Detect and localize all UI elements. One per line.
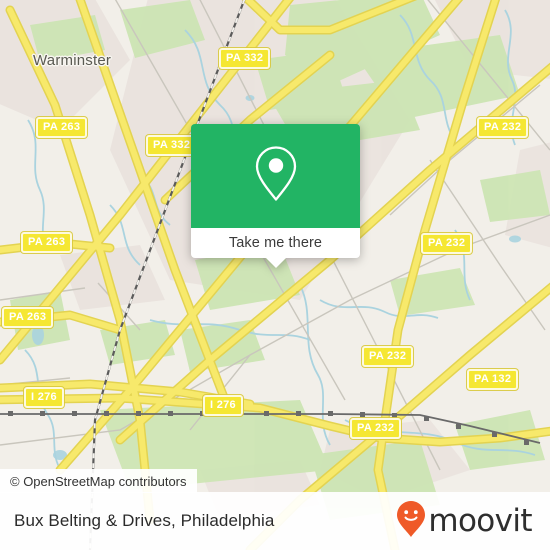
map-screenshot-root: Warminster PA 332 PA 263 PA 232 PA 332 P… (0, 0, 550, 550)
place-title: Bux Belting & Drives, Philadelphia (14, 511, 275, 530)
location-popup[interactable]: Take me there (191, 124, 360, 268)
road-shield-pa-132[interactable]: PA 132 (467, 369, 519, 390)
popup-image-area (191, 124, 360, 228)
map-vector-layer (0, 0, 550, 550)
road-shield-pa-332-mid[interactable]: PA 332 (146, 135, 198, 156)
road-shield-pa-332-north[interactable]: PA 332 (219, 48, 271, 69)
road-shield-i-276-center[interactable]: I 276 (203, 395, 243, 416)
attribution-text: © OpenStreetMap contributors (10, 473, 187, 489)
moovit-wordmark: moovit (428, 502, 532, 539)
footer-bar: Bux Belting & Drives, Philadelphia moovi… (0, 492, 550, 550)
road-shield-i-276-west[interactable]: I 276 (24, 387, 64, 408)
road-shield-pa-263-upper[interactable]: PA 263 (36, 117, 88, 138)
road-shield-pa-232-upper[interactable]: PA 232 (477, 117, 529, 138)
take-me-there-label: Take me there (228, 235, 323, 251)
map-attribution[interactable]: © OpenStreetMap contributors (0, 469, 197, 493)
popup-tail (264, 257, 287, 268)
map-canvas[interactable]: Warminster PA 332 PA 263 PA 232 PA 332 P… (0, 0, 550, 550)
place-label-warminster: Warminster (33, 52, 112, 69)
road-shield-pa-232-bottom[interactable]: PA 232 (350, 418, 402, 439)
take-me-there-button[interactable]: Take me there (191, 228, 360, 268)
location-pin-icon (253, 145, 299, 208)
road-shield-pa-263-lower[interactable]: PA 263 (2, 307, 54, 328)
road-shield-pa-232-mid[interactable]: PA 232 (421, 233, 473, 254)
road-shield-pa-232-lower[interactable]: PA 232 (362, 346, 414, 367)
moovit-logo[interactable]: moovit (396, 500, 533, 543)
moovit-smiley-pin-icon (396, 500, 426, 543)
road-shield-pa-263-mid[interactable]: PA 263 (21, 232, 73, 253)
